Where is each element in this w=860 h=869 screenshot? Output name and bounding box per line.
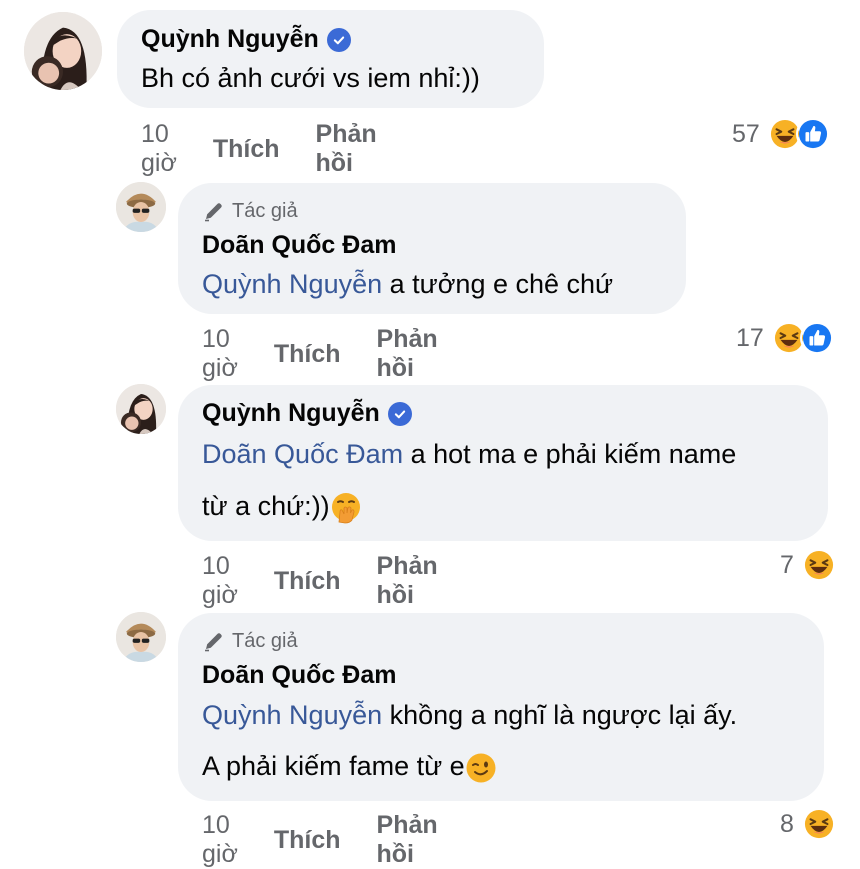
haha-icon xyxy=(801,548,836,582)
comment-body-line2: từ a chứ:)) xyxy=(202,491,330,521)
like-button[interactable]: Thích xyxy=(274,826,341,855)
comment-time[interactable]: 10 giờ xyxy=(202,325,238,383)
reaction-count: 57 xyxy=(732,119,760,148)
verified-badge-icon xyxy=(387,401,412,426)
comment-bubble: Tác giả Doãn Quốc Đam Quỳnh Nguyễn khồng… xyxy=(178,613,824,801)
mention-link[interactable]: Quỳnh Nguyễn xyxy=(202,700,382,730)
comment-actions: 10 giờ Thích Phản hồi xyxy=(202,811,438,869)
like-icon xyxy=(799,321,834,355)
avatar-image xyxy=(116,182,166,232)
author-pen-icon xyxy=(202,629,226,653)
reply-button[interactable]: Phản hồi xyxy=(377,811,438,869)
comment-text: Doãn Quốc Đam a hot ma e phải kiếm name … xyxy=(202,428,804,532)
avatar-image xyxy=(116,612,166,662)
comment-author[interactable]: Doãn Quốc Đam xyxy=(202,231,396,260)
reply-button[interactable]: Phản hồi xyxy=(377,552,438,610)
comment-bubble: Quỳnh Nguyễn Doãn Quốc Đam a hot ma e ph… xyxy=(178,385,828,541)
haha-icon xyxy=(801,807,836,841)
comment-text: Quỳnh Nguyễn a tưởng e chê chứ xyxy=(202,260,662,308)
comment-text: Quỳnh Nguyễn khồng a nghĩ là ngược lại ấ… xyxy=(202,690,800,792)
author-tag: Tác giả xyxy=(232,199,298,222)
like-button[interactable]: Thích xyxy=(274,340,341,369)
comment-actions: 10 giờ Thích Phản hồi xyxy=(202,325,438,383)
mention-link[interactable]: Quỳnh Nguyễn xyxy=(202,269,382,299)
comment-time[interactable]: 10 giờ xyxy=(202,552,238,610)
avatar[interactable] xyxy=(116,182,166,232)
reply-button[interactable]: Phản hồi xyxy=(316,120,377,178)
reply-button[interactable]: Phản hồi xyxy=(377,325,438,383)
author-pen-icon xyxy=(202,199,226,223)
comment-author[interactable]: Quỳnh Nguyễn xyxy=(202,399,380,428)
like-button[interactable]: Thích xyxy=(274,567,341,596)
reaction-count: 8 xyxy=(780,809,794,838)
avatar-image xyxy=(24,12,102,90)
like-button[interactable]: Thích xyxy=(213,135,280,164)
reaction-summary[interactable]: 7 xyxy=(780,548,836,582)
comment-author[interactable]: Quỳnh Nguyễn xyxy=(141,25,319,54)
winking-face-emoji-icon xyxy=(465,752,497,784)
comment-bubble: Tác giả Doãn Quốc Đam Quỳnh Nguyễn a tưở… xyxy=(178,183,686,314)
avatar[interactable] xyxy=(116,612,166,662)
reaction-summary[interactable]: 57 xyxy=(732,117,830,151)
author-tag: Tác giả xyxy=(232,629,298,652)
comment-body-line1: a hot ma e phải kiếm name xyxy=(403,439,737,469)
reaction-summary[interactable]: 8 xyxy=(780,807,836,841)
comment-bubble: Quỳnh Nguyễn Bh có ảnh cưới vs iem nhỉ:)… xyxy=(117,10,544,108)
avatar[interactable] xyxy=(24,12,102,90)
verified-badge-icon xyxy=(326,27,351,52)
avatar-image xyxy=(116,384,166,434)
comment-author[interactable]: Doãn Quốc Đam xyxy=(202,661,396,690)
comment-time[interactable]: 10 giờ xyxy=(141,120,177,178)
comment-body-line1: khồng a nghĩ là ngược lại ấy. xyxy=(382,700,738,730)
reaction-count: 7 xyxy=(780,550,794,579)
reaction-summary[interactable]: 17 xyxy=(736,321,834,355)
comment-time[interactable]: 10 giờ xyxy=(202,811,238,869)
comment-body: a tưởng e chê chứ xyxy=(382,269,614,299)
comment-actions: 10 giờ Thích Phản hồi xyxy=(141,120,377,178)
hand-over-mouth-emoji-icon xyxy=(330,492,362,524)
reaction-count: 17 xyxy=(736,323,764,352)
comment-body-line2: A phải kiếm fame từ e xyxy=(202,751,465,781)
comment-actions: 10 giờ Thích Phản hồi xyxy=(202,552,438,610)
avatar[interactable] xyxy=(116,384,166,434)
like-icon xyxy=(795,117,830,151)
mention-link[interactable]: Doãn Quốc Đam xyxy=(202,439,403,469)
comment-text: Bh có ảnh cưới vs iem nhỉ:)) xyxy=(141,63,480,93)
